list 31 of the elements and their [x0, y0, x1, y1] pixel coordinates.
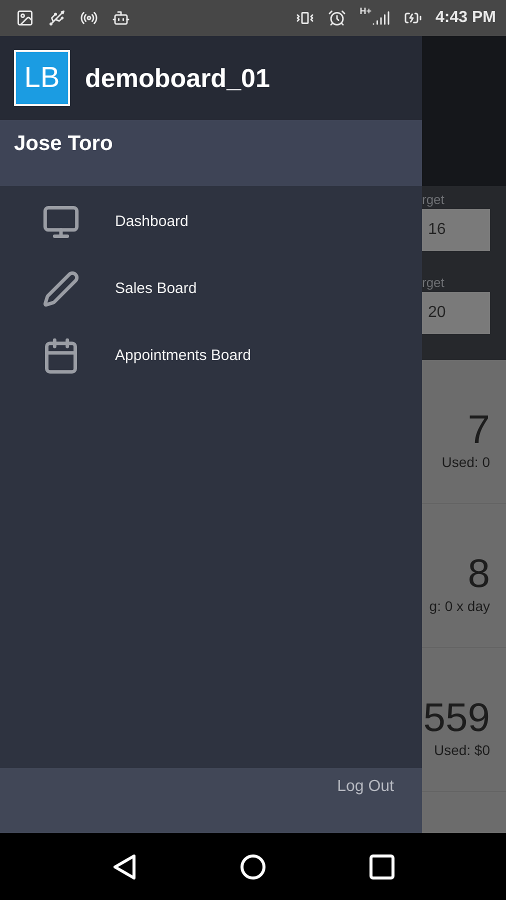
field-label: rget — [422, 192, 446, 207]
home-icon[interactable] — [239, 852, 267, 880]
stat-value: 8 — [468, 552, 490, 596]
menu-item[interactable]: Appointments Board — [115, 347, 251, 364]
number-field[interactable]: 20 — [422, 292, 490, 334]
robot-icon — [112, 9, 130, 27]
stat-caption: g: 0 x day — [429, 598, 490, 614]
number-field[interactable]: 16 — [422, 209, 490, 251]
recents-icon[interactable] — [369, 854, 395, 880]
back-icon[interactable] — [111, 852, 137, 880]
network-type: H+ — [360, 6, 372, 16]
stat-value: 559 — [423, 696, 490, 740]
logout-link[interactable]: Log Out — [337, 778, 394, 796]
field-label: rget — [422, 275, 446, 290]
signal-icon — [372, 9, 390, 27]
vibrate-icon — [296, 9, 314, 27]
menu-item[interactable]: Dashboard — [115, 213, 188, 230]
stat-value: 7 — [468, 408, 490, 452]
logo: LB — [14, 50, 70, 106]
usb-icon — [48, 9, 66, 27]
stat-caption: Used: $0 — [434, 742, 490, 758]
hotspot-icon — [80, 9, 98, 27]
stat-caption: Used: 0 — [442, 454, 490, 470]
image-icon — [16, 9, 34, 27]
board-title: demoboard_01 — [85, 62, 270, 94]
pen-icon — [42, 270, 80, 308]
calendar-icon — [42, 336, 80, 374]
menu-item[interactable]: Sales Board — [115, 280, 197, 297]
alarm-icon — [328, 9, 346, 27]
clock: 4:43 PM — [436, 9, 496, 27]
user-name: Jose Toro — [14, 132, 113, 156]
